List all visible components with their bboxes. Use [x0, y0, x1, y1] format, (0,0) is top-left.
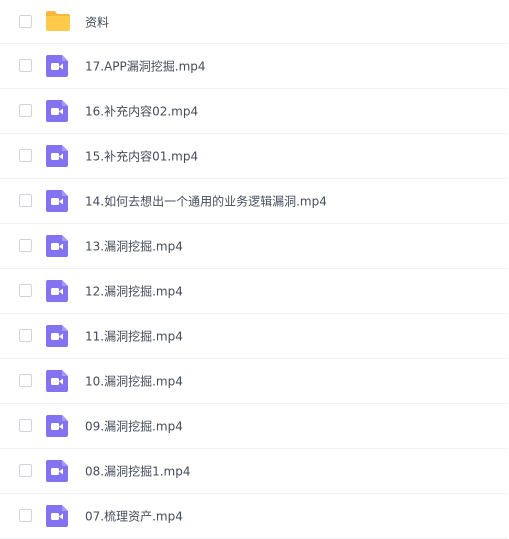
row-checkbox[interactable]	[19, 464, 32, 477]
file-list: 资料 17.APP漏洞挖掘.mp4 16.补充内容02.mp4 15.补充内容0…	[0, 0, 509, 539]
file-row[interactable]: 07.梳理资产.mp4	[0, 494, 507, 539]
file-name[interactable]: 14.如何去想出一个通用的业务逻辑漏洞.mp4	[85, 193, 327, 210]
video-file-icon	[45, 324, 70, 348]
video-file-icon	[45, 504, 70, 528]
file-row[interactable]: 13.漏洞挖掘.mp4	[0, 224, 507, 269]
row-checkbox[interactable]	[19, 419, 32, 432]
file-name[interactable]: 10.漏洞挖掘.mp4	[85, 373, 183, 390]
video-file-icon	[45, 144, 70, 168]
file-row[interactable]: 09.漏洞挖掘.mp4	[0, 404, 507, 449]
file-name[interactable]: 08.漏洞挖掘1.mp4	[85, 463, 190, 480]
file-row[interactable]: 12.漏洞挖掘.mp4	[0, 269, 507, 314]
file-row[interactable]: 15.补充内容01.mp4	[0, 134, 507, 179]
file-name[interactable]: 16.补充内容02.mp4	[85, 103, 198, 120]
row-checkbox[interactable]	[19, 329, 32, 342]
file-name[interactable]: 15.补充内容01.mp4	[85, 148, 198, 165]
file-name[interactable]: 12.漏洞挖掘.mp4	[85, 283, 183, 300]
file-row[interactable]: 08.漏洞挖掘1.mp4	[0, 449, 507, 494]
row-checkbox[interactable]	[19, 59, 32, 72]
video-file-icon	[45, 234, 70, 258]
file-name[interactable]: 资料	[85, 13, 109, 30]
row-checkbox[interactable]	[19, 194, 32, 207]
video-file-icon	[45, 459, 70, 483]
video-file-icon	[45, 414, 70, 438]
row-checkbox[interactable]	[19, 374, 32, 387]
file-name[interactable]: 11.漏洞挖掘.mp4	[85, 328, 183, 345]
row-checkbox[interactable]	[19, 14, 32, 28]
file-row[interactable]: 16.补充内容02.mp4	[0, 89, 507, 134]
file-name[interactable]: 07.梳理资产.mp4	[85, 508, 183, 525]
video-file-icon	[45, 54, 70, 78]
file-row[interactable]: 10.漏洞挖掘.mp4	[0, 359, 507, 404]
row-checkbox[interactable]	[19, 509, 32, 522]
row-checkbox[interactable]	[19, 104, 32, 117]
file-row[interactable]: 17.APP漏洞挖掘.mp4	[0, 44, 507, 89]
row-checkbox[interactable]	[19, 284, 32, 297]
file-name[interactable]: 09.漏洞挖掘.mp4	[85, 418, 183, 435]
file-name[interactable]: 13.漏洞挖掘.mp4	[85, 238, 183, 255]
file-name[interactable]: 17.APP漏洞挖掘.mp4	[85, 58, 206, 75]
row-checkbox[interactable]	[19, 239, 32, 252]
video-file-icon	[45, 369, 70, 393]
folder-row[interactable]: 资料	[0, 0, 507, 44]
video-file-icon	[45, 99, 70, 123]
folder-icon	[45, 10, 70, 34]
file-row[interactable]: 14.如何去想出一个通用的业务逻辑漏洞.mp4	[0, 179, 507, 224]
video-file-icon	[45, 279, 70, 303]
video-file-icon	[45, 189, 70, 213]
file-row[interactable]: 11.漏洞挖掘.mp4	[0, 314, 507, 359]
row-checkbox[interactable]	[19, 149, 32, 162]
